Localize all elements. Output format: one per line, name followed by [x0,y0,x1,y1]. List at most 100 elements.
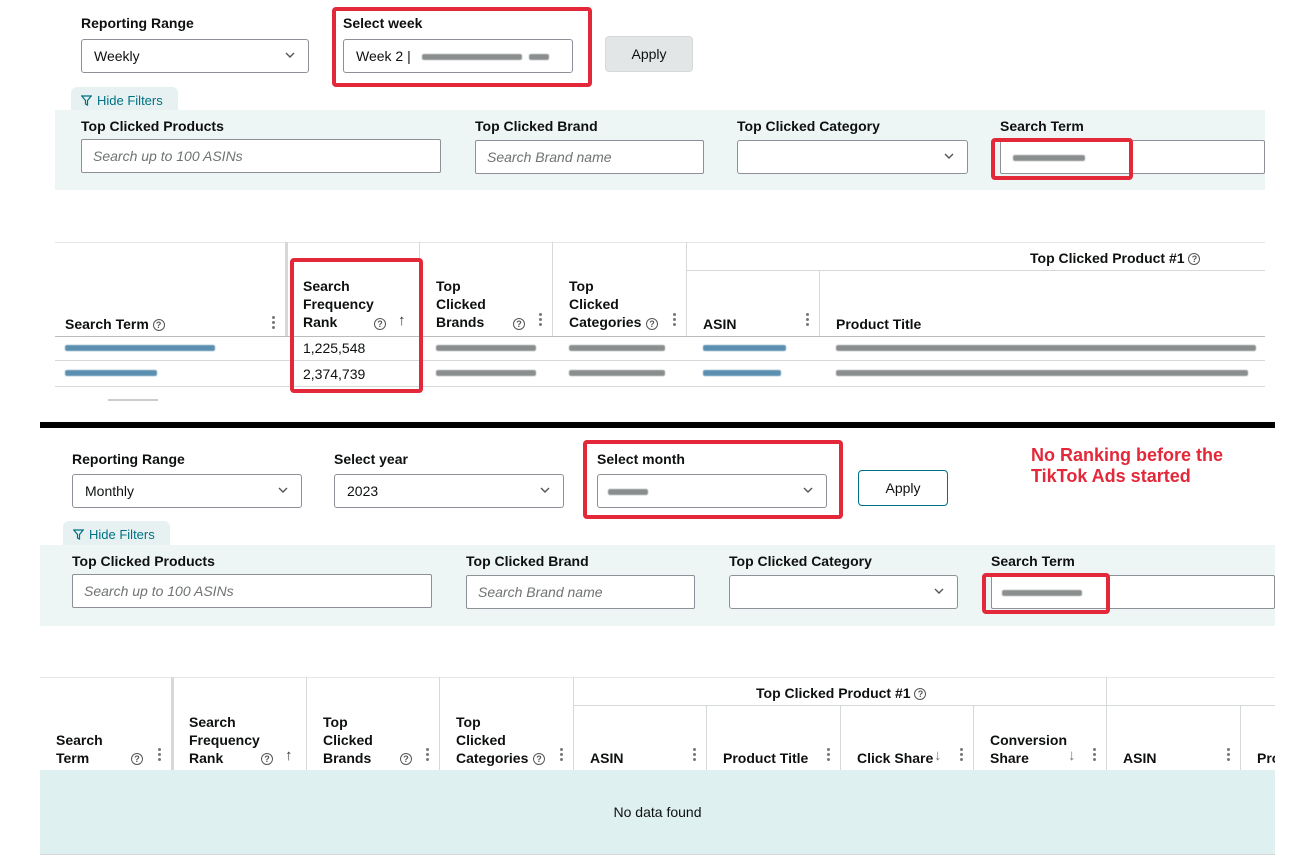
column-menu-icon[interactable] [960,748,963,761]
reporting-range-label: Reporting Range [81,15,194,31]
chevron-down-icon [540,487,550,493]
sort-descending-icon[interactable]: ↓ [934,747,942,764]
help-icon[interactable]: ? [261,753,273,765]
search-term-link[interactable] [65,345,215,351]
top-clicked-category-label: Top Clicked Category [729,553,872,569]
chevron-down-icon [944,153,954,159]
column-menu-icon[interactable] [673,313,676,326]
help-icon[interactable]: ? [1188,253,1201,266]
top-clicked-brand-input[interactable]: Search Brand name [466,575,695,609]
search-term-input[interactable] [1000,140,1265,174]
section-divider [40,422,1275,428]
col-product-title[interactable]: Product Title [836,315,921,333]
hide-filters-toggle[interactable]: Hide Filters [63,521,170,547]
select-year-select[interactable]: 2023 [334,474,564,508]
reporting-range-select[interactable]: Monthly [72,474,302,508]
help-icon[interactable]: ? [533,753,545,765]
col-top-clicked-categories[interactable]: Top Clicked Categories [456,713,528,767]
top-clicked-products-label: Top Clicked Products [72,553,215,569]
annotation-no-ranking: No Ranking before the TikTok Ads started [1031,445,1224,486]
filter-icon [81,94,92,106]
help-icon[interactable]: ? [374,318,386,330]
category-value [569,345,665,351]
select-year-value: 2023 [347,483,379,499]
blurred-search-term [1002,590,1082,596]
no-data-message: No data found [613,804,702,820]
select-week-label: Select week [343,15,423,31]
blurred-week-dates [529,54,549,60]
select-year-label: Select year [334,451,408,467]
sort-ascending-icon[interactable]: ↑ [285,747,293,764]
chevron-down-icon [803,487,813,493]
top-clicked-products-label: Top Clicked Products [81,118,224,134]
select-month-select[interactable] [597,474,827,508]
search-frequency-rank-value: 2,374,739 [303,366,366,382]
help-icon[interactable]: ? [152,319,165,332]
blurred-week-dates [422,54,522,60]
empty-state: No data found [40,770,1275,854]
column-menu-icon[interactable] [426,748,429,761]
sort-ascending-icon[interactable]: ↑ [398,312,406,329]
asin-link[interactable] [703,345,786,351]
blurred-month-value [608,489,648,495]
column-menu-icon[interactable] [158,748,161,761]
col-search-term[interactable]: Search Term [56,731,106,767]
col-product-title-2[interactable]: Pro [1257,749,1275,767]
search-frequency-rank-value: 1,225,548 [303,340,366,356]
col-conversion-share[interactable]: Conversion Share [990,731,1067,767]
help-icon[interactable]: ? [131,753,143,765]
column-menu-icon[interactable] [1093,748,1096,761]
hide-filters-label: Hide Filters [89,526,155,542]
col-top-clicked-brands[interactable]: Top Clicked Brands [436,277,496,331]
category-value [569,370,665,376]
filter-icon [73,528,84,540]
blurred-search-term [1013,155,1085,161]
col-asin-2[interactable]: ASIN [1123,749,1156,767]
column-menu-icon[interactable] [806,313,809,326]
search-term-label: Search Term [1000,118,1084,134]
reporting-range-select[interactable]: Weekly [81,39,309,73]
select-month-label: Select month [597,451,685,467]
reporting-range-label: Reporting Range [72,451,185,467]
search-term-link[interactable] [65,370,157,376]
top-clicked-category-select[interactable] [729,575,958,609]
asin-link[interactable] [703,370,781,376]
apply-button[interactable]: Apply [858,470,948,506]
top-clicked-brand-input[interactable]: Search Brand name [475,140,704,174]
scrollbar[interactable] [108,399,158,401]
top-clicked-products-input[interactable]: Search up to 100 ASINs [72,574,432,608]
col-asin[interactable]: ASIN [590,749,623,767]
top-clicked-brand-label: Top Clicked Brand [466,553,589,569]
help-icon[interactable]: ? [914,688,927,701]
sort-descending-icon[interactable]: ↓ [1068,747,1076,764]
column-menu-icon[interactable] [560,748,563,761]
col-search-term[interactable]: Search Term ? [65,315,165,333]
column-menu-icon[interactable] [1227,748,1230,761]
product-title-value [836,370,1248,376]
select-week-value: Week 2 | [356,48,411,64]
top-clicked-category-label: Top Clicked Category [737,118,880,134]
col-search-frequency-rank[interactable]: Search Frequency Rank [189,713,260,767]
top-clicked-category-select[interactable] [737,140,968,174]
col-top-clicked-categories[interactable]: Top Clicked Categories [569,277,641,331]
apply-button[interactable]: Apply [605,36,693,72]
top-clicked-products-input[interactable]: Search up to 100 ASINs [81,139,441,173]
column-menu-icon[interactable] [272,316,275,329]
help-icon[interactable]: ? [646,318,658,330]
col-click-share[interactable]: Click Share [857,749,933,767]
column-menu-icon[interactable] [827,748,830,761]
select-week-select[interactable]: Week 2 | [343,39,573,73]
chevron-down-icon [934,588,944,594]
help-icon[interactable]: ? [513,318,525,330]
col-asin[interactable]: ASIN [703,315,736,333]
col-search-frequency-rank[interactable]: Search Frequency Rank [303,277,374,331]
search-term-input[interactable] [991,575,1275,609]
col-product-title[interactable]: Product Title [723,749,808,767]
column-menu-icon[interactable] [539,313,542,326]
col-top-clicked-brands[interactable]: Top Clicked Brands [323,713,383,767]
brand-value [436,345,536,351]
reporting-range-value: Weekly [94,48,140,64]
column-menu-icon[interactable] [693,748,696,761]
product-title-value [836,345,1256,351]
help-icon[interactable]: ? [400,753,412,765]
